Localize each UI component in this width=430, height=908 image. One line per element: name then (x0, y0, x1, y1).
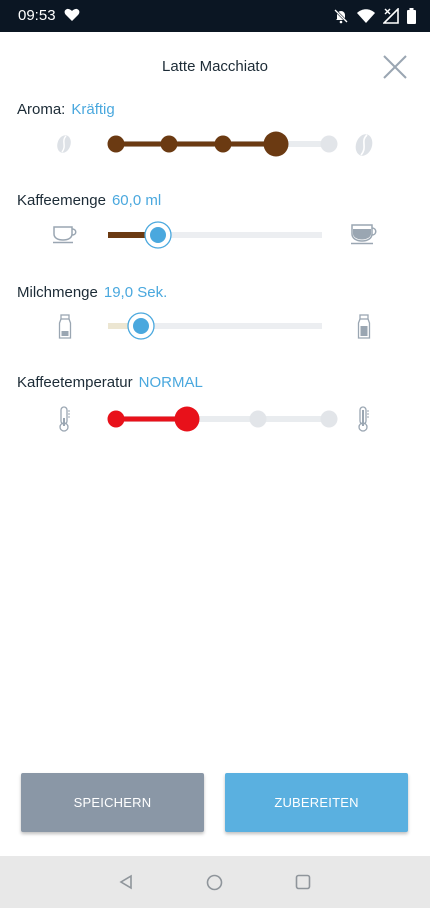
close-icon (383, 55, 407, 79)
save-button[interactable]: SPEICHERN (21, 773, 204, 832)
temperatur-step[interactable] (107, 410, 125, 428)
notifications-off-icon (333, 8, 349, 29)
aroma-step[interactable] (320, 135, 338, 153)
cellular-signal-icon (382, 7, 399, 29)
large-milk-bottle-icon (357, 314, 371, 345)
aroma-value: Kräftig (71, 101, 115, 118)
aroma-slider[interactable] (100, 128, 350, 162)
heart-icon (64, 8, 80, 27)
thermometer-low-icon (57, 406, 71, 437)
battery-icon (407, 8, 416, 29)
temperatur-value: NORMAL (138, 374, 203, 391)
thermometer-high-icon (356, 406, 370, 437)
page-title: Latte Macchiato (162, 58, 268, 75)
aroma-step[interactable] (214, 135, 232, 153)
temperatur-knob[interactable] (174, 406, 200, 432)
prepare-button[interactable]: ZUBEREITEN (225, 773, 408, 832)
home-icon[interactable] (206, 874, 223, 896)
kaffeemenge-label-row: Kaffeemenge 60,0 ml (17, 192, 161, 209)
status-bar: 09:53 (0, 0, 430, 32)
temperatur-label-row: Kaffeetemperatur NORMAL (17, 374, 203, 391)
aroma-knob[interactable] (263, 131, 289, 157)
aroma-label: Aroma: (17, 101, 66, 118)
milchmenge-label-row: Milchmenge 19,0 Sek. (17, 284, 167, 301)
temperatur-step[interactable] (320, 410, 338, 428)
kaffeemenge-knob-core (150, 227, 166, 243)
temperatur-slider[interactable] (100, 403, 350, 435)
bean-icon (353, 133, 375, 162)
milchmenge-value: 19,0 Sek. (103, 284, 168, 301)
temperatur-step[interactable] (249, 410, 267, 428)
kaffeemenge-label: Kaffeemenge (17, 192, 106, 209)
small-cup-icon (52, 224, 78, 249)
milchmenge-label: Milchmenge (17, 284, 98, 301)
kaffeemenge-value: 60,0 ml (111, 192, 162, 209)
status-time: 09:53 (18, 7, 56, 24)
temperatur-label: Kaffeetemperatur (17, 374, 133, 391)
aroma-label-row: Aroma: Kräftig (17, 101, 115, 118)
large-cup-icon (350, 223, 378, 250)
aroma-step[interactable] (107, 135, 125, 153)
kaffeemenge-slider[interactable] (100, 220, 330, 250)
close-button[interactable] (381, 53, 409, 81)
bean-icon (55, 134, 73, 159)
small-milk-bottle-icon (58, 314, 72, 345)
milchmenge-slider[interactable] (100, 311, 330, 341)
navigation-bar (0, 856, 430, 908)
aroma-step[interactable] (160, 135, 178, 153)
milchmenge-knob-core (133, 318, 149, 334)
recents-icon[interactable] (295, 874, 311, 895)
back-icon[interactable] (118, 874, 134, 895)
wifi-icon (357, 9, 375, 28)
